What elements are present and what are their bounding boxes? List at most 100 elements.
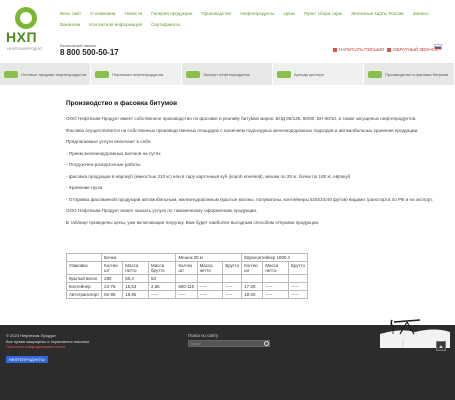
- table-cell: [222, 274, 243, 283]
- category-label: Производство и фасовка битумов: [385, 71, 449, 77]
- table-cell: 17-20: [241, 282, 264, 291]
- mail-icon: [333, 47, 337, 52]
- table-cell: -----: [222, 282, 243, 291]
- table-cell: [262, 274, 290, 283]
- table-cell: -----: [148, 290, 177, 299]
- table-cell: -----: [288, 290, 308, 299]
- paragraph: - Хранение груза: [66, 185, 103, 190]
- table-cell: 18-20: [241, 290, 264, 299]
- scroll-to-top-button[interactable]: [436, 341, 446, 351]
- table-cell: Брутто: [288, 261, 308, 275]
- category-bitumen[interactable]: Производство и фасовка битумов: [364, 63, 455, 85]
- truck-icon: [95, 70, 109, 78]
- nav-link[interactable]: Цены: [283, 11, 295, 16]
- table-row: Контейнер 24-76 15,54 2,65 600-110 -----…: [65, 282, 308, 291]
- category-label: Аренда цистерн: [294, 71, 324, 77]
- paragraph: ООО Нефтехим-Продукт имеет собственное п…: [66, 116, 417, 121]
- paragraph: Фасовка осуществляется на собственных пр…: [66, 127, 419, 133]
- nav-link[interactable]: Пункт сбора тары: [304, 11, 342, 16]
- nav-link[interactable]: Весь сайт: [60, 11, 81, 16]
- table-cell: Брутто: [222, 261, 243, 275]
- table-cell: 15,54: [122, 282, 150, 291]
- nav-link[interactable]: Железные карты России: [351, 11, 403, 16]
- nav-link[interactable]: Запасы: [413, 11, 429, 16]
- category-transport[interactable]: Перевозка нефтепродуктов: [91, 63, 182, 85]
- language-flag-icon[interactable]: [434, 44, 442, 50]
- email-link[interactable]: НАПИСАТЬ ПИСЬМО: [333, 47, 384, 52]
- nav-link[interactable]: Производство: [201, 11, 231, 16]
- table-cell: Масса нетто: [262, 261, 290, 275]
- callback-link[interactable]: ОБРАТНЫЙ ЗВОНОК: [387, 47, 438, 52]
- table-cell: Контейнер: [65, 282, 103, 291]
- table-cell: -----: [288, 282, 308, 291]
- privacy-policy-link[interactable]: Политика конфиденциальности: [6, 344, 116, 350]
- category-tank-rental[interactable]: Аренда цистерн: [273, 63, 364, 85]
- train-icon: [186, 70, 200, 78]
- phone-icon: [387, 47, 391, 52]
- callback-link-label: ОБРАТНЫЙ ЗВОНОК: [393, 47, 438, 52]
- table-cell: 19,95: [122, 290, 150, 299]
- paragraph: - Прием железнодорожных вагонов на путях: [66, 150, 161, 156]
- nav-link[interactable]: Вакансии: [60, 22, 80, 27]
- table-cell: -----: [196, 282, 224, 291]
- logo-title: НХП: [6, 29, 38, 45]
- category-label: Оптовые продажи нефтепродуктов: [21, 71, 87, 77]
- paragraph: В таблице приведены цены, уже включающие…: [66, 219, 320, 225]
- search-title: Поиск по сайту: [188, 333, 219, 338]
- paragraph: - фасовка продукции в еврокуб (емкостью …: [66, 173, 351, 179]
- table-cell: Евроконтейнер 1000 л: [241, 253, 308, 262]
- phone-number[interactable]: 8 800 500-50-17: [60, 48, 119, 57]
- table-cell: Автотранспорт: [65, 290, 103, 299]
- tank-car-icon: [277, 70, 291, 78]
- email-link-label: НАПИСАТЬ ПИСЬМО: [339, 47, 385, 52]
- nav-link[interactable]: О компании: [90, 11, 115, 16]
- top-navigation: Весь сайт О компании Новости Галерея про…: [60, 11, 455, 33]
- table-cell: Кол-во шт: [175, 261, 198, 275]
- table-cell: 50,4: [122, 274, 150, 283]
- table-cell: Кол-во шт: [101, 261, 124, 275]
- page-title: Производство и фасовка битумов: [66, 100, 178, 107]
- table-row: Крытый вагон 280 50,4 53: [65, 274, 308, 283]
- nav-link[interactable]: Новости: [124, 11, 142, 16]
- nav-link[interactable]: Галерея продукции: [151, 11, 192, 16]
- table-cell: Упаковка: [65, 261, 103, 275]
- table-cell: -----: [196, 290, 224, 299]
- category-label: Перевозка нефтепродуктов: [112, 71, 164, 77]
- barrel-icon: [368, 70, 382, 78]
- category-export[interactable]: Экспорт нефтепродуктов: [182, 63, 273, 85]
- table-cell: Масса нетто: [122, 261, 150, 275]
- table-cell: Кол-во шт: [241, 261, 264, 275]
- footer-products-button[interactable]: НЕФТЕПРОДУКТЫ: [6, 356, 48, 363]
- table-cell: 280: [101, 274, 124, 283]
- table-header-row: Бочка Мешок 25 кг Евроконтейнер 1000 л: [65, 253, 308, 262]
- table-cell: Масса брутто: [148, 261, 177, 275]
- category-wholesale[interactable]: Оптовые продажи нефтепродуктов: [0, 63, 91, 85]
- nav-link[interactable]: Сертификаты: [151, 22, 180, 27]
- nav-link[interactable]: Контактная информация: [89, 22, 142, 27]
- main-content: Производство и фасовка битумов ООО Нефте…: [66, 100, 438, 231]
- paragraph: - Отправка фасованной продукции автомоби…: [66, 196, 433, 202]
- table-header-row: Упаковка Кол-во шт Масса нетто Масса бру…: [65, 261, 308, 275]
- table-cell: 82-95: [101, 290, 124, 299]
- footer-copyright: © 2023 Нефтехим-Продукт. Все права защищ…: [6, 333, 116, 350]
- tanker-truck-icon: [4, 70, 18, 78]
- table-cell: [241, 274, 264, 283]
- table-cell: 53: [148, 274, 177, 283]
- price-table: Бочка Мешок 25 кг Евроконтейнер 1000 л У…: [65, 253, 308, 299]
- table-cell: 24-76: [101, 282, 124, 291]
- table-cell: Масса нетто: [196, 261, 224, 275]
- paragraph: - Погрузочно-разгрузочные работы: [66, 162, 141, 167]
- search-input[interactable]: Поиск: [188, 340, 270, 347]
- table-row: Автотранспорт 82-95 19,95 ----- ----- --…: [65, 290, 308, 299]
- table-cell: -----: [175, 290, 198, 299]
- paragraph: ООО Нефтехим-Продукт может оказать услуг…: [66, 208, 258, 213]
- table-cell: [175, 274, 198, 283]
- search-icon[interactable]: [264, 341, 269, 346]
- table-cell: [65, 253, 103, 262]
- logo-mark-icon: [15, 7, 37, 29]
- nav-link[interactable]: Нефтепродукты: [240, 11, 274, 16]
- table-cell: -----: [262, 282, 290, 291]
- header: НХП НЕФТЕХИМПРОДУКТ Весь сайт О компании…: [0, 0, 455, 62]
- site-logo[interactable]: НХП НЕФТЕХИМПРОДУКТ: [6, 7, 46, 55]
- table-cell: Бочка: [101, 253, 177, 262]
